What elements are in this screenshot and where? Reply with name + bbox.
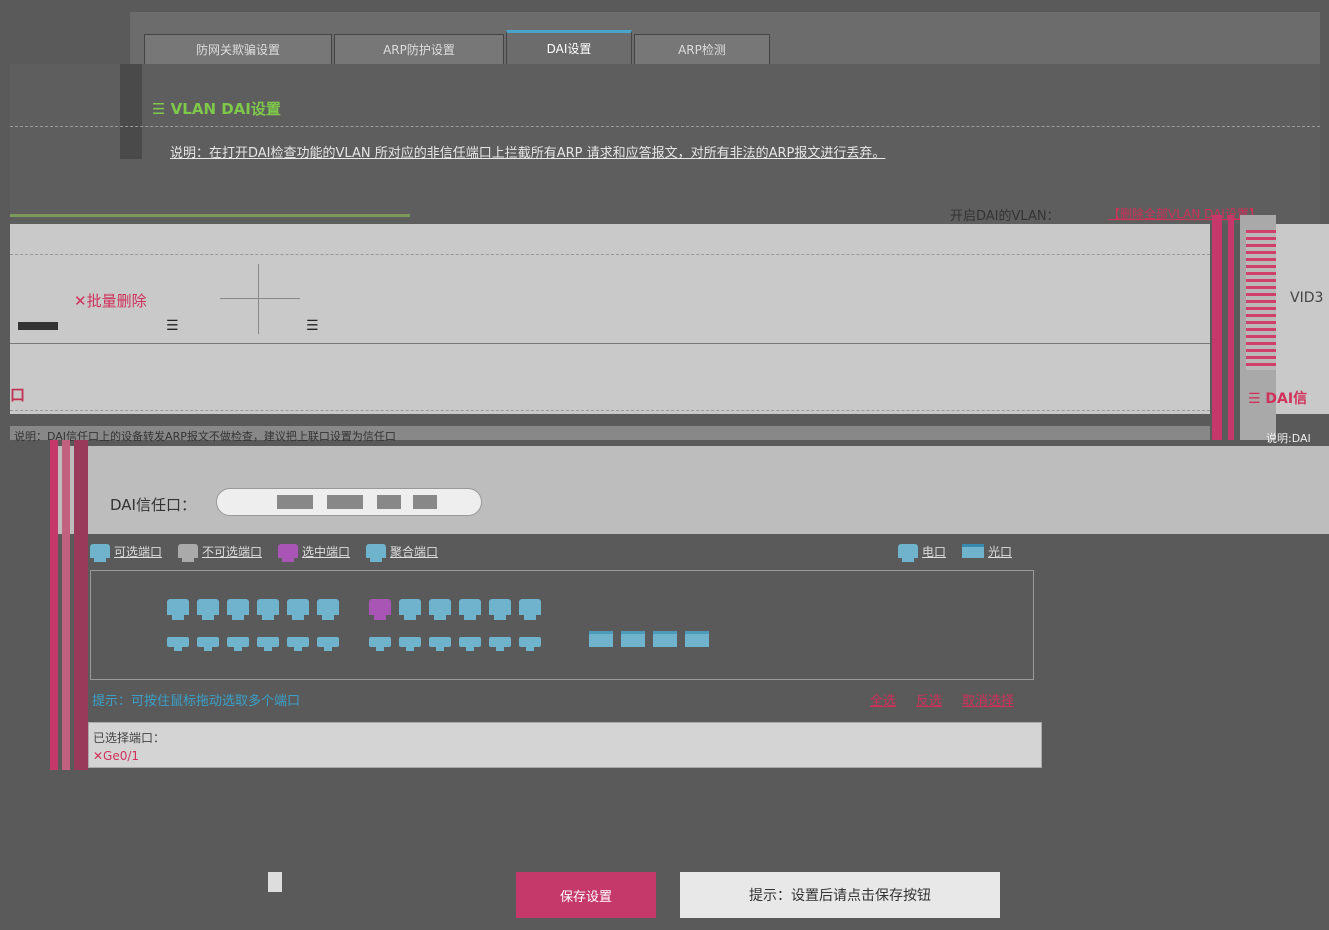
accent-bar	[1228, 215, 1234, 440]
port-22[interactable]	[489, 637, 511, 651]
trust-port-input[interactable]	[216, 488, 482, 516]
vlan-list-panel: ✕批量删除 ☰ ☰ 口	[10, 224, 1210, 414]
tab-dai-settings[interactable]: DAI设置	[506, 30, 632, 64]
port-icon	[278, 544, 299, 562]
trust-port-fragment: 口	[10, 386, 26, 404]
port-23[interactable]	[519, 599, 541, 620]
port-type-legend: 电口 光口	[898, 541, 1012, 562]
section-description: 说明：在打开DAI检查功能的VLAN 所对应的非信任端口上拦截所有ARP 请求和…	[170, 146, 886, 161]
vid-label: VID3	[1290, 290, 1324, 306]
port-icon	[178, 544, 199, 562]
legend-available: 可选端口	[90, 543, 162, 562]
port-5[interactable]	[227, 599, 249, 620]
select-all-link[interactable]: 全选	[870, 690, 896, 709]
legend-electric: 电口	[898, 543, 946, 562]
divider-line	[10, 410, 1210, 411]
vid-panel	[1276, 224, 1329, 414]
port-13[interactable]	[369, 599, 391, 620]
port-20[interactable]	[459, 637, 481, 651]
tab-arp-protect[interactable]: ARP防护设置	[334, 34, 504, 64]
selected-port-chip[interactable]: ✕Ge0/1	[93, 749, 139, 763]
fiber-port-28[interactable]	[685, 631, 709, 647]
fiber-port-27[interactable]	[653, 631, 677, 647]
port-24[interactable]	[519, 637, 541, 651]
cancel-button[interactable]: 提示：设置后请点击保存按钮	[680, 872, 1000, 918]
port-9[interactable]	[287, 599, 309, 620]
fiber-port-25[interactable]	[589, 631, 613, 647]
port-4[interactable]	[197, 637, 219, 651]
port-12[interactable]	[317, 637, 339, 651]
vlan-dai-section: ☰ VLAN DAI设置 说明：在打开DAI检查功能的VLAN 所对应的非信任端…	[10, 64, 1320, 224]
port-legend: 可选端口 不可选端口 选中端口 聚合端口	[90, 541, 438, 562]
vlan-stripes	[1246, 230, 1276, 370]
delete-all-vlan-link[interactable]: 【删除全部VLAN DAI设置】	[1108, 205, 1261, 222]
port-panel	[90, 570, 1034, 680]
drag-hint: 提示：可按住鼠标拖动选取多个端口	[92, 694, 301, 709]
port-3[interactable]	[197, 599, 219, 620]
port-1[interactable]	[167, 599, 189, 620]
underline-accent	[10, 214, 410, 217]
sort-icon[interactable]: ☰	[306, 318, 319, 334]
port-14[interactable]	[369, 637, 391, 651]
legend-unavailable: 不可选端口	[178, 543, 262, 562]
port-16[interactable]	[399, 637, 421, 651]
port-chip	[277, 495, 313, 509]
port-15[interactable]	[399, 599, 421, 620]
port-chip	[327, 495, 363, 509]
port-chip	[413, 495, 437, 509]
section-title: ☰ VLAN DAI设置	[152, 100, 281, 118]
select-all-checkbox[interactable]	[18, 322, 58, 330]
tab-bar-left-gap	[10, 12, 130, 64]
port-icon	[90, 544, 110, 562]
vlan-enabled-label: 开启DAI的VLAN：	[950, 209, 1060, 224]
accent-bar	[74, 440, 88, 770]
port-10[interactable]	[287, 637, 309, 651]
tab-bar: 防网关欺骗设置 ARP防护设置 DAI设置 ARP检测	[10, 12, 1320, 64]
tab-arp-detect[interactable]: ARP检测	[634, 34, 770, 64]
right-desc: 说明:DAI	[1266, 432, 1311, 445]
vlan-table-header	[10, 254, 1210, 344]
save-button[interactable]: 保存设置	[516, 872, 656, 918]
vertical-divider	[120, 64, 142, 159]
tab-gateway-spoof[interactable]: 防网关欺骗设置	[144, 34, 332, 64]
port-18[interactable]	[429, 637, 451, 651]
accent-bar	[50, 440, 58, 770]
invert-select-link[interactable]: 反选	[916, 690, 942, 709]
port-21[interactable]	[489, 599, 511, 620]
electric-port-icon	[898, 544, 918, 562]
port-icon	[366, 544, 387, 562]
legend-fiber: 光口	[962, 543, 1012, 560]
plus-icon-h	[220, 298, 300, 299]
port-8[interactable]	[257, 637, 279, 651]
legend-selected: 选中端口	[278, 543, 350, 562]
cancel-select-link[interactable]: 取消选择	[962, 690, 1014, 709]
legend-aggregate: 聚合端口	[366, 543, 438, 562]
port-2[interactable]	[167, 637, 189, 651]
sort-icon[interactable]: ☰	[166, 318, 179, 334]
divider-line	[10, 126, 1320, 127]
trust-port-label: DAI信任口：	[110, 496, 196, 514]
port-7[interactable]	[257, 599, 279, 620]
port-17[interactable]	[429, 599, 451, 620]
batch-delete-button[interactable]: ✕批量删除	[74, 290, 147, 311]
fiber-port-icon	[962, 544, 985, 558]
accent-bar	[62, 440, 70, 770]
selected-ports-box: 已选择端口： ✕Ge0/1	[88, 722, 1042, 768]
dai-trust-title: ☰ DAI信	[1248, 391, 1308, 407]
accent-bar	[1212, 215, 1222, 440]
selected-ports-label: 已选择端口：	[93, 731, 166, 745]
port-19[interactable]	[459, 599, 481, 620]
fiber-port-26[interactable]	[621, 631, 645, 647]
port-chip	[377, 495, 401, 509]
plus-icon-v	[258, 264, 259, 334]
trust-description: 说明：DAI信任口上的设备转发ARP报文不做检查，建议把上联口设置为信任口	[14, 430, 396, 443]
scroll-marker	[268, 872, 282, 892]
port-6[interactable]	[227, 637, 249, 651]
port-11[interactable]	[317, 599, 339, 620]
